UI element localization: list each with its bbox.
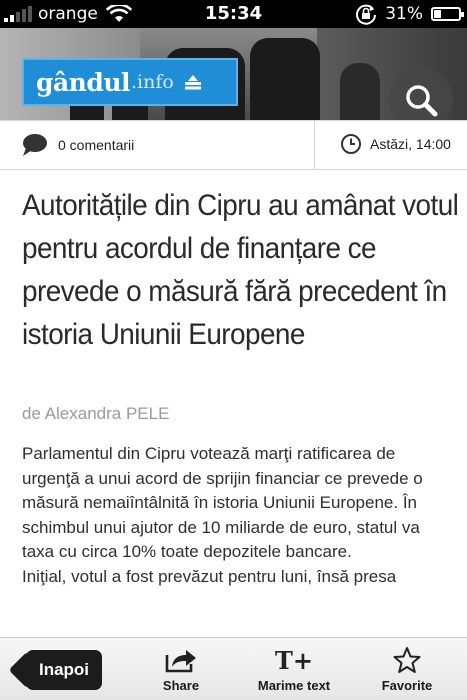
text-size-button[interactable]: T+ Marime text [239, 645, 349, 694]
article-headline: Autoritățile din Cipru au amânat votul p… [22, 189, 459, 351]
battery-icon [431, 7, 464, 21]
status-bar: orange 15:34 31% [0, 0, 467, 28]
logo-mark-icon [184, 75, 201, 90]
share-button[interactable]: Share [126, 646, 236, 693]
article-meta-bar: 0 comentarii Astăzi, 14:00 [0, 120, 467, 170]
logo-text: gândul [36, 67, 131, 97]
star-icon [393, 647, 421, 673]
share-label: Share [162, 678, 200, 693]
search-icon [406, 85, 438, 117]
clock-icon [341, 134, 361, 154]
publish-date: Astăzi, 14:00 [340, 133, 451, 155]
battery-percent: 31% [385, 4, 423, 24]
meta-divider [314, 121, 315, 169]
comments-link[interactable]: 0 comentarii [20, 131, 134, 159]
article-paragraph: Parlamentul din Cipru votează marţi rati… [22, 444, 423, 561]
back-button[interactable]: Inapoi [26, 650, 102, 690]
site-logo[interactable]: gândul .info [22, 58, 238, 106]
article-byline: de Alexandra PELE [22, 404, 170, 423]
article-body: Parlamentul din Cipru votează marţi rati… [22, 442, 447, 589]
share-icon [165, 650, 196, 673]
hero-image: gândul .info [0, 28, 467, 120]
text-size-label: Marime text [257, 678, 331, 693]
status-right: 31% [355, 3, 464, 25]
comments-count: 0 comentarii [58, 137, 135, 153]
logo-suffix: .info [131, 71, 174, 93]
rotation-lock-icon [356, 4, 377, 25]
back-button-label: Inapoi [38, 660, 90, 679]
date-label: Astăzi, 14:00 [370, 136, 451, 152]
favorites-button[interactable]: Favorite [352, 646, 462, 693]
article-paragraph: Iniţial, votul a fost prevăzut pentru lu… [22, 566, 397, 586]
bottom-toolbar: Inapoi Share T+ Marime text Favorite [0, 637, 467, 700]
text-size-icon: T+ [275, 645, 313, 675]
speech-bubble-icon [23, 134, 47, 156]
favorites-label: Favorite [381, 678, 433, 693]
